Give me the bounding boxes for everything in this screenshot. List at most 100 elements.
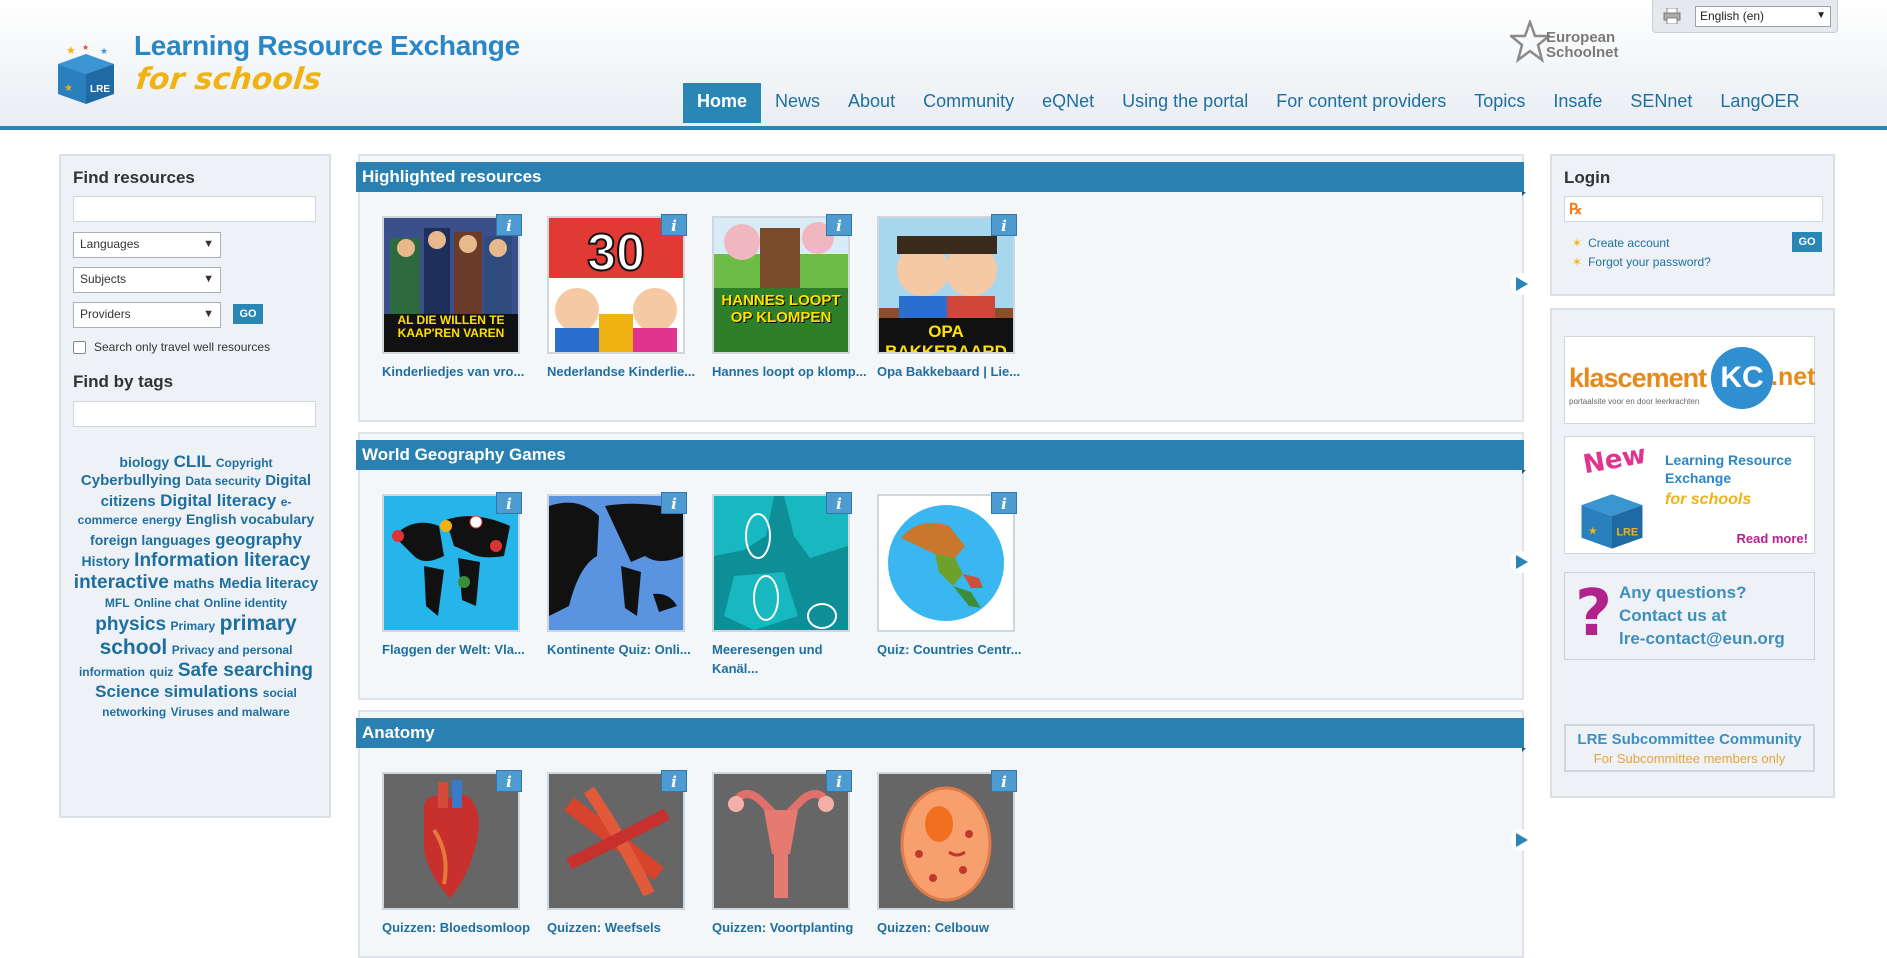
question-line1: Any questions? bbox=[1619, 583, 1747, 602]
search-go-button[interactable]: GO bbox=[233, 304, 263, 324]
next-arrow-icon[interactable] bbox=[1510, 551, 1532, 573]
openid-input[interactable]: ℞ bbox=[1564, 196, 1823, 222]
languages-select[interactable]: Languages ▼ bbox=[73, 232, 221, 258]
tag-link[interactable]: Primary bbox=[171, 619, 216, 633]
info-icon[interactable]: i bbox=[661, 770, 687, 792]
tag-link[interactable]: physics bbox=[95, 614, 166, 635]
resource-caption[interactable]: Quizzen: Weefsels bbox=[547, 918, 707, 937]
info-icon[interactable]: i bbox=[991, 492, 1017, 514]
read-more-link[interactable]: Read more! bbox=[1736, 531, 1808, 546]
info-icon[interactable]: i bbox=[991, 770, 1017, 792]
resource-thumbnail[interactable] bbox=[547, 494, 685, 632]
forgot-password-label: Forgot your password? bbox=[1588, 255, 1711, 269]
nav-sennet[interactable]: SENnet bbox=[1616, 83, 1706, 123]
resource-caption[interactable]: Kinderliedjes van vro... bbox=[382, 362, 542, 381]
info-icon[interactable]: i bbox=[496, 214, 522, 236]
info-icon[interactable]: i bbox=[661, 214, 687, 236]
login-go-button[interactable]: GO bbox=[1792, 232, 1822, 252]
tag-link[interactable]: Viruses and malware bbox=[171, 705, 290, 719]
tag-link[interactable]: maths bbox=[173, 575, 214, 591]
resource-thumbnail[interactable] bbox=[877, 772, 1015, 910]
resource-thumbnail[interactable] bbox=[712, 772, 850, 910]
info-icon[interactable]: i bbox=[826, 492, 852, 514]
resource-thumbnail[interactable] bbox=[712, 494, 850, 632]
klascement-banner[interactable]: klascement KC .net portaalsite voor en d… bbox=[1564, 336, 1815, 424]
tag-link[interactable]: Cyberbullying bbox=[81, 472, 181, 489]
tag-link[interactable]: English vocabulary bbox=[186, 511, 314, 527]
language-select-value: English (en) bbox=[1700, 9, 1765, 23]
resource-thumbnail[interactable] bbox=[382, 494, 520, 632]
resource-thumbnail[interactable]: 30 bbox=[547, 216, 685, 354]
resource-thumbnail[interactable] bbox=[547, 772, 685, 910]
info-icon[interactable]: i bbox=[826, 770, 852, 792]
nav-langoer[interactable]: LangOER bbox=[1706, 83, 1813, 123]
tag-link[interactable]: interactive bbox=[74, 572, 169, 593]
resource-caption[interactable]: Kontinente Quiz: Onli... bbox=[547, 640, 707, 659]
subjects-select[interactable]: Subjects ▼ bbox=[73, 267, 221, 293]
next-arrow-icon[interactable] bbox=[1510, 273, 1532, 295]
nav-topics[interactable]: Topics bbox=[1460, 83, 1539, 123]
info-icon[interactable]: i bbox=[991, 214, 1017, 236]
tag-link[interactable]: CLIL bbox=[174, 452, 212, 471]
resource-thumbnail[interactable]: HANNES LOOPT OP KLOMPEN bbox=[712, 216, 850, 354]
lre-new-banner[interactable]: New ★ LRE Learning Resource Exchange for… bbox=[1564, 436, 1815, 554]
search-input[interactable] bbox=[73, 196, 316, 222]
resource-caption[interactable]: Hannes loopt op klomp... bbox=[712, 362, 872, 381]
travel-well-checkbox[interactable] bbox=[73, 341, 86, 354]
tag-link[interactable]: Media literacy bbox=[219, 575, 318, 592]
tag-link[interactable]: foreign languages bbox=[90, 532, 211, 548]
resource-thumbnail[interactable]: AL DIE WILLEN TE KAAP'REN VAREN bbox=[382, 216, 520, 354]
tag-link[interactable]: Online chat bbox=[134, 596, 199, 610]
forgot-password-link[interactable]: ✶ Forgot your password? bbox=[1572, 255, 1711, 269]
tag-link[interactable]: Online identity bbox=[204, 596, 287, 610]
resource-caption[interactable]: Quizzen: Voortplanting bbox=[712, 918, 872, 937]
tag-link[interactable]: Safe searching bbox=[178, 660, 313, 681]
tag-link[interactable]: Copyright bbox=[216, 456, 273, 470]
nav-insafe[interactable]: Insafe bbox=[1539, 83, 1616, 123]
tag-link[interactable]: MFL bbox=[105, 596, 130, 610]
tag-link[interactable]: geography bbox=[215, 530, 302, 549]
resource-caption[interactable]: Nederlandse Kinderlie... bbox=[547, 362, 707, 381]
create-account-link[interactable]: ✶ Create account bbox=[1572, 236, 1669, 250]
providers-select[interactable]: Providers ▼ bbox=[73, 302, 221, 328]
nav-news[interactable]: News bbox=[761, 83, 834, 123]
tag-link[interactable]: simulations bbox=[164, 682, 258, 701]
tag-link[interactable]: energy bbox=[142, 513, 181, 527]
resource-caption[interactable]: Opa Bakkebaard | Lie... bbox=[877, 362, 1037, 381]
resource-caption[interactable]: Quizzen: Celbouw bbox=[877, 918, 1037, 937]
nav-about[interactable]: About bbox=[834, 83, 909, 123]
nav-using-the-portal[interactable]: Using the portal bbox=[1108, 83, 1262, 123]
chevron-down-icon: ▼ bbox=[203, 308, 214, 320]
tag-link[interactable]: Data security bbox=[185, 474, 260, 488]
lre-box-icon: ★ LRE bbox=[1581, 494, 1643, 549]
contact-banner[interactable]: ? Any questions? Contact us at lre-conta… bbox=[1564, 572, 1815, 660]
tag-link[interactable]: Science bbox=[95, 682, 159, 701]
resource-caption[interactable]: Quizzen: Bloedsomloop bbox=[382, 918, 542, 937]
resource-caption[interactable]: Flaggen der Welt: Vla... bbox=[382, 640, 542, 659]
resource-thumbnail[interactable] bbox=[877, 494, 1015, 632]
nav-community[interactable]: Community bbox=[909, 83, 1028, 123]
tag-link[interactable]: Digital literacy bbox=[160, 491, 276, 510]
nav-eqnet[interactable]: eQNet bbox=[1028, 83, 1108, 123]
lre-logo[interactable]: ★ LRE ★ ★ ★ Learning Resource Exchange f… bbox=[48, 14, 520, 114]
resource-caption[interactable]: Quiz: Countries Centr... bbox=[877, 640, 1037, 659]
language-select[interactable]: English (en) ▼ bbox=[1695, 6, 1831, 27]
next-arrow-icon[interactable] bbox=[1510, 829, 1532, 851]
tag-search-input[interactable] bbox=[73, 401, 316, 427]
print-icon[interactable] bbox=[1663, 8, 1681, 24]
info-icon[interactable]: i bbox=[496, 770, 522, 792]
tag-link[interactable]: History bbox=[81, 553, 129, 569]
tag-link[interactable]: Information literacy bbox=[134, 550, 310, 571]
nav-home[interactable]: Home bbox=[683, 83, 762, 123]
resource-thumbnail[interactable] bbox=[382, 772, 520, 910]
resource-caption[interactable]: Meeresengen und Kanäl... bbox=[712, 640, 872, 678]
european-schoolnet-logo[interactable]: European Schoolnet bbox=[1510, 20, 1630, 64]
tag-link[interactable]: quiz bbox=[149, 665, 173, 679]
subcommittee-banner[interactable]: LRE Subcommittee Community For Subcommit… bbox=[1564, 724, 1815, 772]
info-icon[interactable]: i bbox=[826, 214, 852, 236]
nav-for-content-providers[interactable]: For content providers bbox=[1262, 83, 1460, 123]
tag-link[interactable]: biology bbox=[119, 454, 169, 470]
info-icon[interactable]: i bbox=[496, 492, 522, 514]
resource-thumbnail[interactable]: OPA BAKKEBAARD bbox=[877, 216, 1015, 354]
info-icon[interactable]: i bbox=[661, 492, 687, 514]
